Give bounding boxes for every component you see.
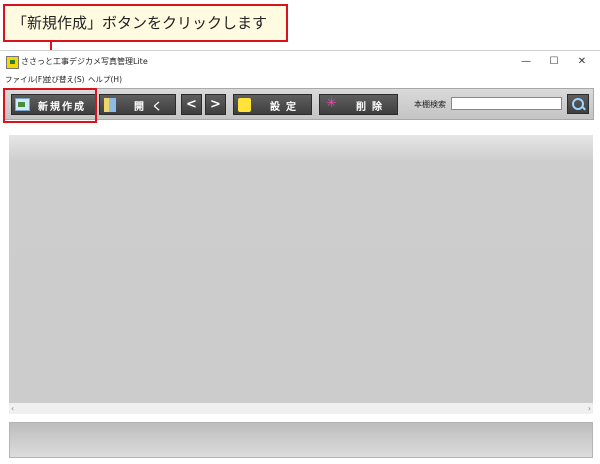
bookshelf-area[interactable] — [9, 135, 593, 403]
open-button-label: 開く — [134, 102, 170, 113]
app-window: ささっと工事デジカメ写真管理Lite — ☐ ✕ ファイル(F) 並び替え(S)… — [0, 50, 600, 464]
search-button[interactable] — [567, 94, 589, 114]
new-button[interactable]: 新規作成 — [11, 94, 97, 115]
scroll-right-arrow[interactable]: › — [588, 403, 591, 414]
open-button[interactable]: 開く — [99, 94, 176, 115]
delete-button-label: 削除 — [356, 102, 388, 113]
new-file-icon — [15, 98, 30, 111]
app-icon — [6, 56, 19, 69]
lock-settings-icon — [238, 98, 251, 112]
delete-button[interactable]: ✳ 削除 — [319, 94, 398, 115]
maximize-button[interactable]: ☐ — [540, 54, 568, 70]
close-button[interactable]: ✕ — [568, 54, 596, 70]
open-book-icon — [104, 98, 116, 112]
minimize-button[interactable]: — — [512, 54, 540, 70]
window-title: ささっと工事デジカメ写真管理Lite — [21, 57, 148, 66]
settings-button-label: 設定 — [270, 102, 302, 113]
search-label: 本棚検索 — [414, 100, 446, 109]
scroll-left-arrow[interactable]: ‹ — [11, 403, 14, 414]
menu-sort[interactable]: 並び替え(S) — [44, 74, 85, 85]
menu-file[interactable]: ファイル(F) — [5, 74, 45, 85]
title-bar: ささっと工事デジカメ写真管理Lite — ☐ ✕ — [0, 51, 600, 73]
search-input[interactable] — [451, 97, 562, 110]
prev-button[interactable]: < — [181, 94, 202, 115]
menu-bar: ファイル(F) 並び替え(S) ヘルプ(H) — [0, 73, 600, 88]
horizontal-scrollbar[interactable]: ‹ › — [9, 403, 593, 414]
menu-help[interactable]: ヘルプ(H) — [88, 74, 122, 85]
next-button[interactable]: > — [205, 94, 226, 115]
magnifier-handle — [581, 105, 586, 111]
bottom-panel — [9, 422, 593, 458]
toolbar: 新規作成 開く < > 設定 ✳ 削除 本棚検索 — [4, 88, 594, 120]
instruction-callout: 「新規作成」ボタンをクリックします — [3, 4, 288, 42]
settings-button[interactable]: 設定 — [233, 94, 312, 115]
callout-text: 「新規作成」ボタンをクリックします — [12, 14, 268, 32]
new-button-label: 新規作成 — [38, 102, 86, 113]
delete-icon: ✳ — [326, 96, 337, 111]
